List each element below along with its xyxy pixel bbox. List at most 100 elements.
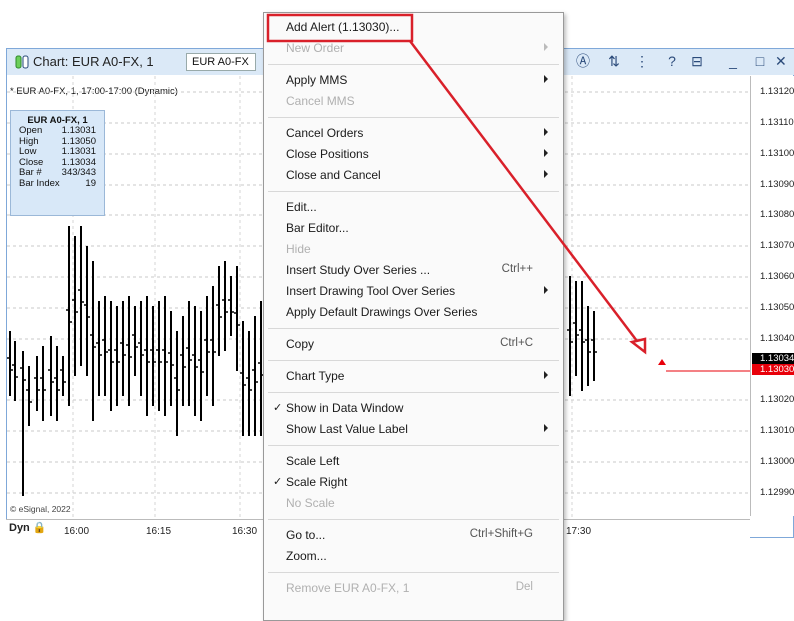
- menu-item-insert-drawing-tool-over-series[interactable]: Insert Drawing Tool Over Series: [264, 281, 563, 302]
- price-axis[interactable]: [750, 76, 794, 516]
- menu-item-insert-study-over-series[interactable]: Insert Study Over Series ... Ctrl++: [264, 260, 563, 281]
- menu-item-go-to[interactable]: Go to... Ctrl+Shift+G: [264, 525, 563, 546]
- close-icon[interactable]: ✕: [775, 50, 787, 72]
- ohlc-bar: [144, 296, 150, 416]
- alert-icon[interactable]: Ⓐ: [573, 50, 593, 72]
- window-status-icon: [15, 55, 29, 69]
- price-tick: 1.13040: [760, 333, 794, 344]
- last-value-label: 1.13034: [752, 353, 794, 364]
- ohlc-bar: [591, 311, 597, 381]
- menu-item-label: Insert Study Over Series ...: [286, 263, 431, 277]
- price-tick: 1.13090: [760, 179, 794, 190]
- menu-separator: [268, 572, 559, 573]
- menu-item-bar-editor[interactable]: Bar Editor...: [264, 218, 563, 239]
- window-icon[interactable]: ⊟: [687, 50, 707, 72]
- ohlc-bar: [138, 301, 144, 396]
- ohlc-bar: [34, 356, 40, 411]
- menu-item-label: Close Positions: [286, 147, 369, 161]
- menu-item-label: Copy: [286, 337, 315, 351]
- menu-item-label: New Order: [286, 41, 345, 55]
- link-icon[interactable]: ⇅: [604, 50, 624, 72]
- time-tick: 17:30: [566, 526, 592, 537]
- dynamic-toggle[interactable]: Dyn 🔒: [9, 521, 47, 534]
- time-tick: 16:00: [64, 526, 90, 537]
- ohlc-bar: [252, 316, 258, 436]
- ohlc-bar: [114, 306, 120, 406]
- menu-item-cancel-mms: Cancel MMS: [264, 91, 563, 112]
- menu-item-label: Show Last Value Label: [286, 422, 408, 436]
- menu-item-copy[interactable]: Copy Ctrl+C: [264, 334, 563, 355]
- data-window-row: Bar Index 19: [11, 178, 104, 190]
- menu-item-apply-default-drawings-over-series[interactable]: Apply Default Drawings Over Series: [264, 302, 563, 323]
- menu-item-apply-mms[interactable]: Apply MMS: [264, 70, 563, 91]
- submenu-arrow-icon: [544, 75, 548, 83]
- minimize-icon[interactable]: _: [723, 50, 743, 72]
- menu-item-scale-left[interactable]: Scale Left: [264, 451, 563, 472]
- menu-item-label: Scale Left: [286, 454, 340, 468]
- menu-item-edit[interactable]: Edit...: [264, 197, 563, 218]
- data-window: EUR A0-FX, 1 Open 1.13031 High 1.13050 Low 1.…: [10, 110, 105, 216]
- ohlc-bar: [156, 301, 162, 411]
- menu-item-close-positions[interactable]: Close Positions: [264, 144, 563, 165]
- menu-item-show-last-value-label[interactable]: Show Last Value Label: [264, 419, 563, 440]
- price-tick: 1.13010: [760, 425, 794, 436]
- alert-marker: [658, 359, 750, 372]
- menu-item-add-alert-1-13030[interactable]: Add Alert (1.13030)...: [264, 17, 563, 38]
- ohlc-bar: [222, 261, 228, 351]
- ohlc-bar: [66, 226, 72, 406]
- ohlc-bar: [48, 336, 54, 416]
- help-icon[interactable]: ?: [662, 50, 682, 72]
- ohlc-bar: [108, 301, 114, 411]
- ohlc-bar: [198, 311, 204, 421]
- menu-item-chart-type[interactable]: Chart Type: [264, 366, 563, 387]
- submenu-arrow-icon: [544, 424, 548, 432]
- dyn-label: Dyn: [9, 522, 30, 534]
- menu-shortcut: Ctrl++: [501, 263, 533, 275]
- menu-item-new-order: New Order: [264, 38, 563, 59]
- ohlc-bar: [90, 261, 96, 421]
- menu-separator: [268, 117, 559, 118]
- ohlc-bar: [174, 331, 180, 436]
- time-tick: 16:30: [232, 526, 258, 537]
- menu-item-cancel-orders[interactable]: Cancel Orders: [264, 123, 563, 144]
- data-window-row: Open 1.13031: [11, 125, 104, 137]
- menu-shortcut: Ctrl+Shift+G: [469, 528, 533, 540]
- symbol-input[interactable]: EUR A0-FX: [186, 53, 256, 71]
- maximize-icon[interactable]: □: [750, 50, 770, 72]
- checkmark-icon: ✓: [273, 402, 283, 414]
- time-tick: 16:15: [146, 526, 172, 537]
- menu-item-zoom[interactable]: Zoom...: [264, 546, 563, 567]
- context-menu: Add Alert (1.13030)... New Order Apply MMS…: [263, 12, 564, 621]
- ohlc-bar: [126, 296, 132, 406]
- more-icon[interactable]: ⋮: [632, 50, 652, 72]
- ohlc-bar: [216, 266, 222, 356]
- menu-shortcut: Ctrl+C: [500, 337, 533, 349]
- menu-item-label: Scale Right: [286, 475, 348, 489]
- menu-item-label: Go to...: [286, 528, 326, 542]
- menu-separator: [268, 445, 559, 446]
- menu-item-label: Close and Cancel: [286, 168, 381, 182]
- price-tick: 1.13050: [760, 302, 794, 313]
- menu-separator: [268, 392, 559, 393]
- price-tick: 1.13120: [760, 86, 794, 97]
- checkmark-icon: ✓: [273, 476, 283, 488]
- ohlc-bar: [20, 351, 26, 396]
- ohlc-bar: [192, 306, 198, 416]
- price-tick: 1.13110: [760, 117, 794, 128]
- ohlc-bar: [96, 301, 102, 396]
- menu-item-label: Zoom...: [286, 549, 327, 563]
- price-tick: 1.13000: [760, 456, 794, 467]
- menu-item-scale-right[interactable]: ✓ Scale Right: [264, 472, 563, 493]
- menu-item-show-in-data-window[interactable]: ✓ Show in Data Window: [264, 398, 563, 419]
- menu-item-label: Add Alert (1.13030)...: [286, 20, 400, 34]
- menu-item-label: Remove EUR A0-FX, 1: [286, 581, 410, 595]
- ohlc-bar: [54, 346, 60, 421]
- ohlc-bar: [228, 276, 234, 336]
- ohlc-bar: [102, 296, 108, 396]
- menu-item-label: Cancel Orders: [286, 126, 364, 140]
- menu-item-label: Bar Editor...: [286, 221, 349, 235]
- menu-item-close-and-cancel[interactable]: Close and Cancel: [264, 165, 563, 186]
- submenu-arrow-icon: [544, 286, 548, 294]
- window-title: Chart: EUR A0-FX, 1: [33, 54, 154, 69]
- price-tick: 1.12990: [760, 487, 794, 498]
